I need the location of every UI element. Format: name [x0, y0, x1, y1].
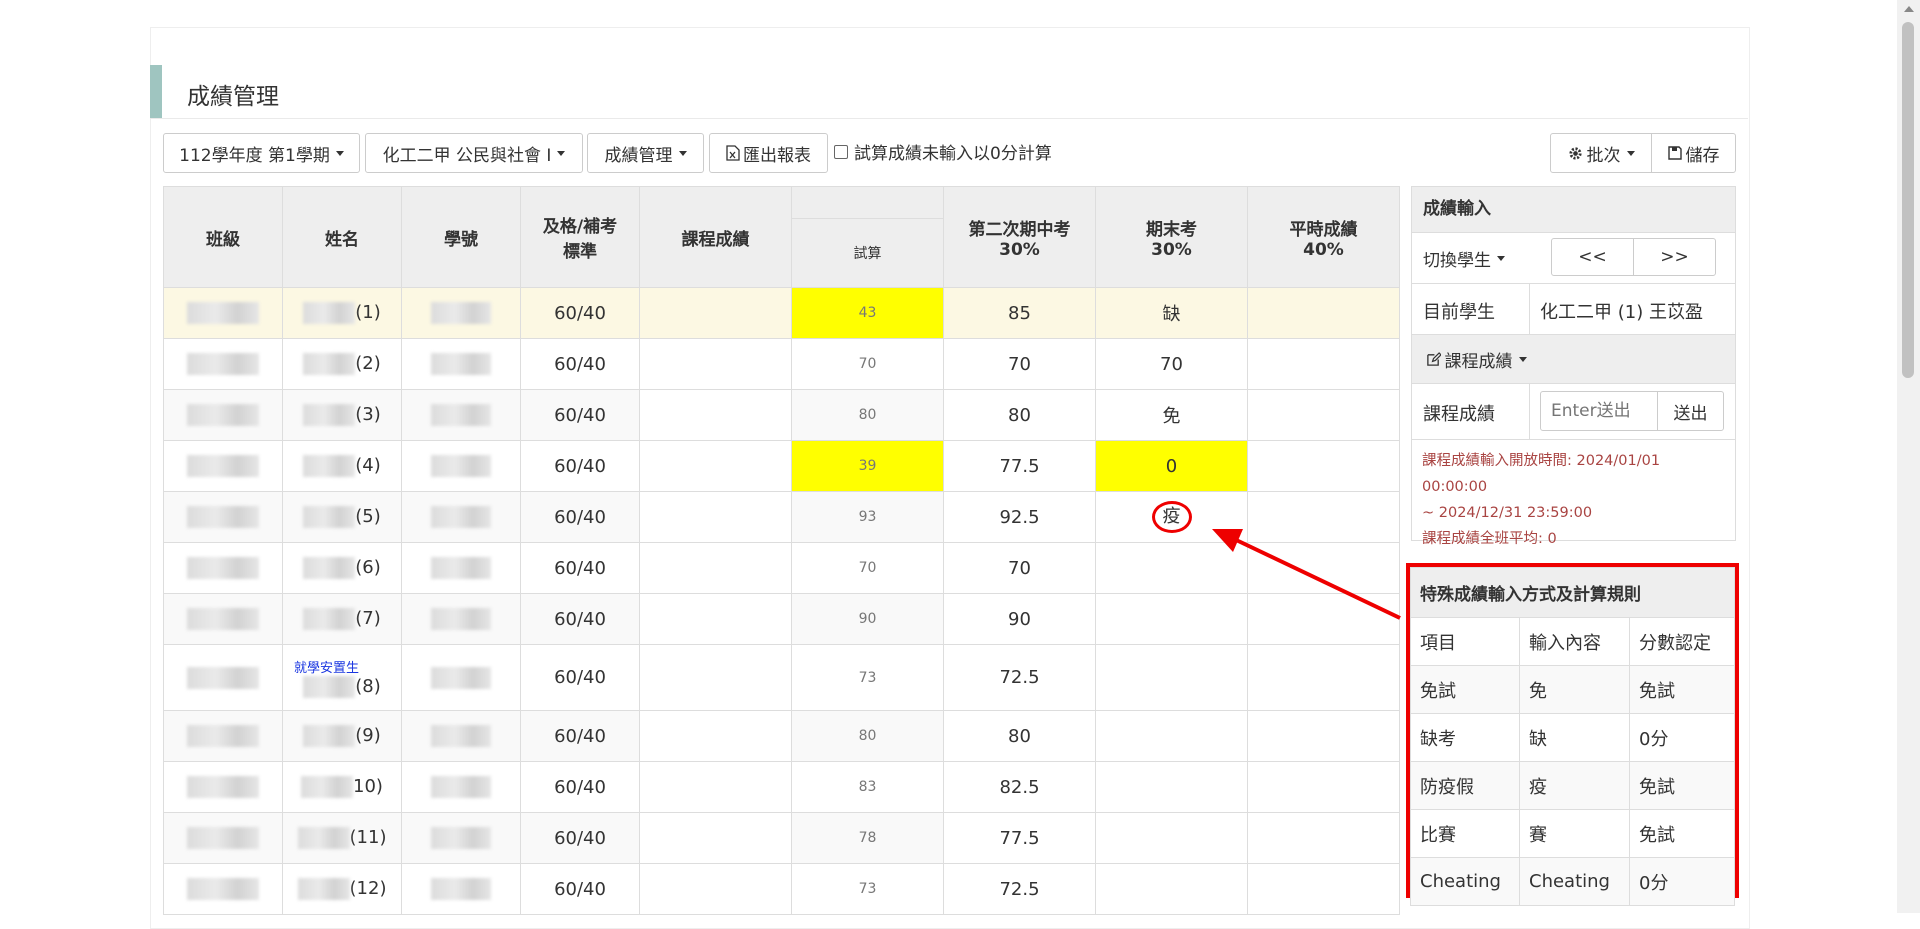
annotation-arrow — [1212, 529, 1401, 620]
scrollbar-thumb[interactable] — [1902, 22, 1914, 378]
scroll-up-icon[interactable] — [1904, 6, 1914, 12]
